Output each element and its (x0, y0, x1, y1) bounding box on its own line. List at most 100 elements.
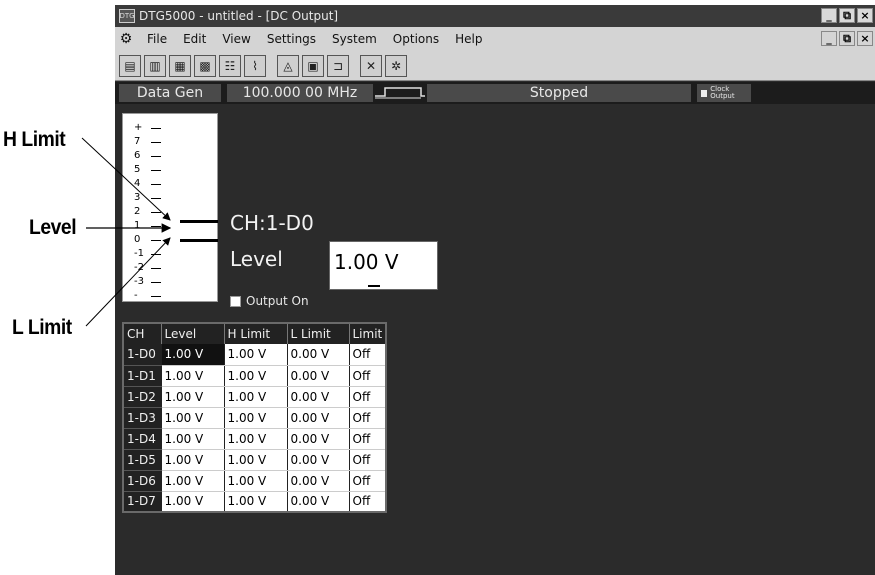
l-limit-cell[interactable]: 0.00 V (287, 491, 350, 513)
subsequence-icon[interactable]: ⊐ (327, 54, 349, 77)
menu-help[interactable]: Help (447, 32, 490, 46)
level-cell[interactable]: 1.00 V (161, 407, 225, 429)
waveform-icon[interactable]: ⌇ (244, 54, 266, 77)
limit-cell[interactable]: Off (349, 407, 387, 429)
level-cell[interactable]: 1.00 V (161, 449, 225, 471)
limit-cell[interactable]: Off (349, 470, 387, 492)
scale-tick (151, 240, 161, 241)
table-row[interactable]: 1-D1 1.00 V 1.00 V 0.00 V Off (123, 365, 387, 387)
scale-tick (151, 156, 161, 157)
ch-cell[interactable]: 1-D7 (123, 491, 162, 513)
h-limit-cell[interactable]: 1.00 V (224, 365, 288, 387)
l-limit-cell[interactable]: 0.00 V (287, 407, 350, 429)
print-icon[interactable]: ▩ (194, 54, 216, 77)
clock-output-checkbox[interactable] (701, 89, 708, 97)
h-limit-cell[interactable]: 1.00 V (224, 449, 288, 471)
table-row[interactable]: 1-D6 1.00 V 1.00 V 0.00 V Off (123, 470, 387, 492)
scale-tick (151, 184, 161, 185)
table-header-row: CH Level H Limit L Limit Limit (123, 323, 387, 344)
mode-indicator[interactable]: Data Gen (119, 84, 221, 102)
output-on-checkbox[interactable] (230, 295, 241, 307)
table-row[interactable]: 1-D0 1.00 V 1.00 V 0.00 V Off (123, 344, 387, 366)
limit-cell[interactable]: Off (349, 386, 387, 408)
h-limit-cell[interactable]: 1.00 V (224, 386, 288, 408)
minimize-button[interactable]: _ (821, 8, 837, 23)
pattern-icon[interactable]: ◬ (277, 54, 299, 77)
output-on-label: Output On (246, 294, 309, 308)
menu-file[interactable]: File (139, 32, 175, 46)
scale-tick (151, 128, 161, 129)
output-on-toggle[interactable]: Output On (230, 294, 309, 308)
restore-button[interactable]: ⧉ (839, 8, 855, 23)
doc-close-button[interactable]: × (857, 31, 873, 46)
l-limit-cell[interactable]: 0.00 V (287, 386, 350, 408)
l-limit-cell[interactable]: 0.00 V (287, 449, 350, 471)
h-limit-cell[interactable]: 1.00 V (224, 407, 288, 429)
open-file-icon[interactable]: ▥ (144, 54, 166, 77)
doc-minimize-button[interactable]: _ (821, 31, 837, 46)
ch-cell[interactable]: 1-D3 (123, 407, 162, 429)
l-limit-cell[interactable]: 0.00 V (287, 470, 350, 492)
level-cell[interactable]: 1.00 V (161, 365, 225, 387)
ch-cell[interactable]: 1-D6 (123, 470, 162, 492)
save-icon[interactable]: ▦ (169, 54, 191, 77)
menu-options[interactable]: Options (385, 32, 447, 46)
h-limit-cell[interactable]: 1.00 V (224, 344, 288, 366)
table-row[interactable]: 1-D4 1.00 V 1.00 V 0.00 V Off (123, 428, 387, 450)
level-cell[interactable]: 1.00 V (161, 470, 225, 492)
limit-cell[interactable]: Off (349, 491, 387, 513)
h-limit-bar (180, 220, 218, 223)
close-button[interactable]: × (857, 8, 873, 23)
l-limit-cell[interactable]: 0.00 V (287, 365, 350, 387)
limit-cell[interactable]: Off (349, 449, 387, 471)
setup-icon[interactable]: ☷ (219, 54, 241, 77)
ch-cell[interactable]: 1-D1 (123, 365, 162, 387)
table-row[interactable]: 1-D3 1.00 V 1.00 V 0.00 V Off (123, 407, 387, 429)
limit-cell[interactable]: Off (349, 428, 387, 450)
table-row[interactable]: 1-D2 1.00 V 1.00 V 0.00 V Off (123, 386, 387, 408)
frequency-indicator[interactable]: 100.000 00 MHz (227, 84, 373, 102)
l-limit-cell[interactable]: 0.00 V (287, 428, 350, 450)
scale-label: 2 (134, 206, 141, 217)
h-limit-cell[interactable]: 1.00 V (224, 428, 288, 450)
run-icon[interactable]: ✲ (385, 54, 407, 77)
l-limit-cell[interactable]: 0.00 V (287, 344, 350, 366)
ch-cell[interactable]: 1-D0 (123, 344, 162, 366)
document-menu-icon[interactable]: ⚙ (117, 30, 135, 48)
menu-edit[interactable]: Edit (175, 32, 214, 46)
h-limit-cell[interactable]: 1.00 V (224, 491, 288, 513)
table-icon[interactable]: ▣ (302, 54, 324, 77)
ch-cell[interactable]: 1-D5 (123, 449, 162, 471)
toolbar: ▤ ▥ ▦ ▩ ☷ ⌇ ◬ ▣ ⊐ ✕ ✲ (115, 51, 875, 81)
app-icon: DTG (119, 9, 135, 23)
scale-tick (151, 268, 161, 269)
limit-cell[interactable]: Off (349, 344, 387, 366)
l-limit-bar (180, 239, 218, 242)
level-cell[interactable]: 1.00 V (161, 386, 225, 408)
limit-cell[interactable]: Off (349, 365, 387, 387)
scale-tick (151, 226, 161, 227)
level-label: Level (230, 247, 283, 271)
level-value-field[interactable]: 1.00 V (329, 241, 438, 290)
table-row[interactable]: 1-D7 1.00 V 1.00 V 0.00 V Off (123, 491, 387, 513)
level-cell[interactable]: 1.00 V (161, 344, 225, 366)
menu-settings[interactable]: Settings (259, 32, 324, 46)
clock-output-toggle[interactable]: Clock Output (697, 84, 751, 102)
doc-restore-button[interactable]: ⧉ (839, 31, 855, 46)
scale-tick (151, 296, 161, 297)
ch-cell[interactable]: 1-D2 (123, 386, 162, 408)
menu-system[interactable]: System (324, 32, 385, 46)
dc-output-icon[interactable]: ✕ (360, 54, 382, 77)
menu-view[interactable]: View (214, 32, 258, 46)
scale-label: -1 (134, 248, 144, 259)
table-row[interactable]: 1-D5 1.00 V 1.00 V 0.00 V Off (123, 449, 387, 471)
col-h-limit: H Limit (224, 323, 288, 344)
new-file-icon[interactable]: ▤ (119, 54, 141, 77)
h-limit-cell[interactable]: 1.00 V (224, 470, 288, 492)
level-cell[interactable]: 1.00 V (161, 428, 225, 450)
ch-cell[interactable]: 1-D4 (123, 428, 162, 450)
scale-label: 5 (134, 164, 141, 175)
level-cell[interactable]: 1.00 V (161, 491, 225, 513)
scale-label: -2 (134, 262, 144, 273)
scale-label: - (134, 290, 138, 301)
